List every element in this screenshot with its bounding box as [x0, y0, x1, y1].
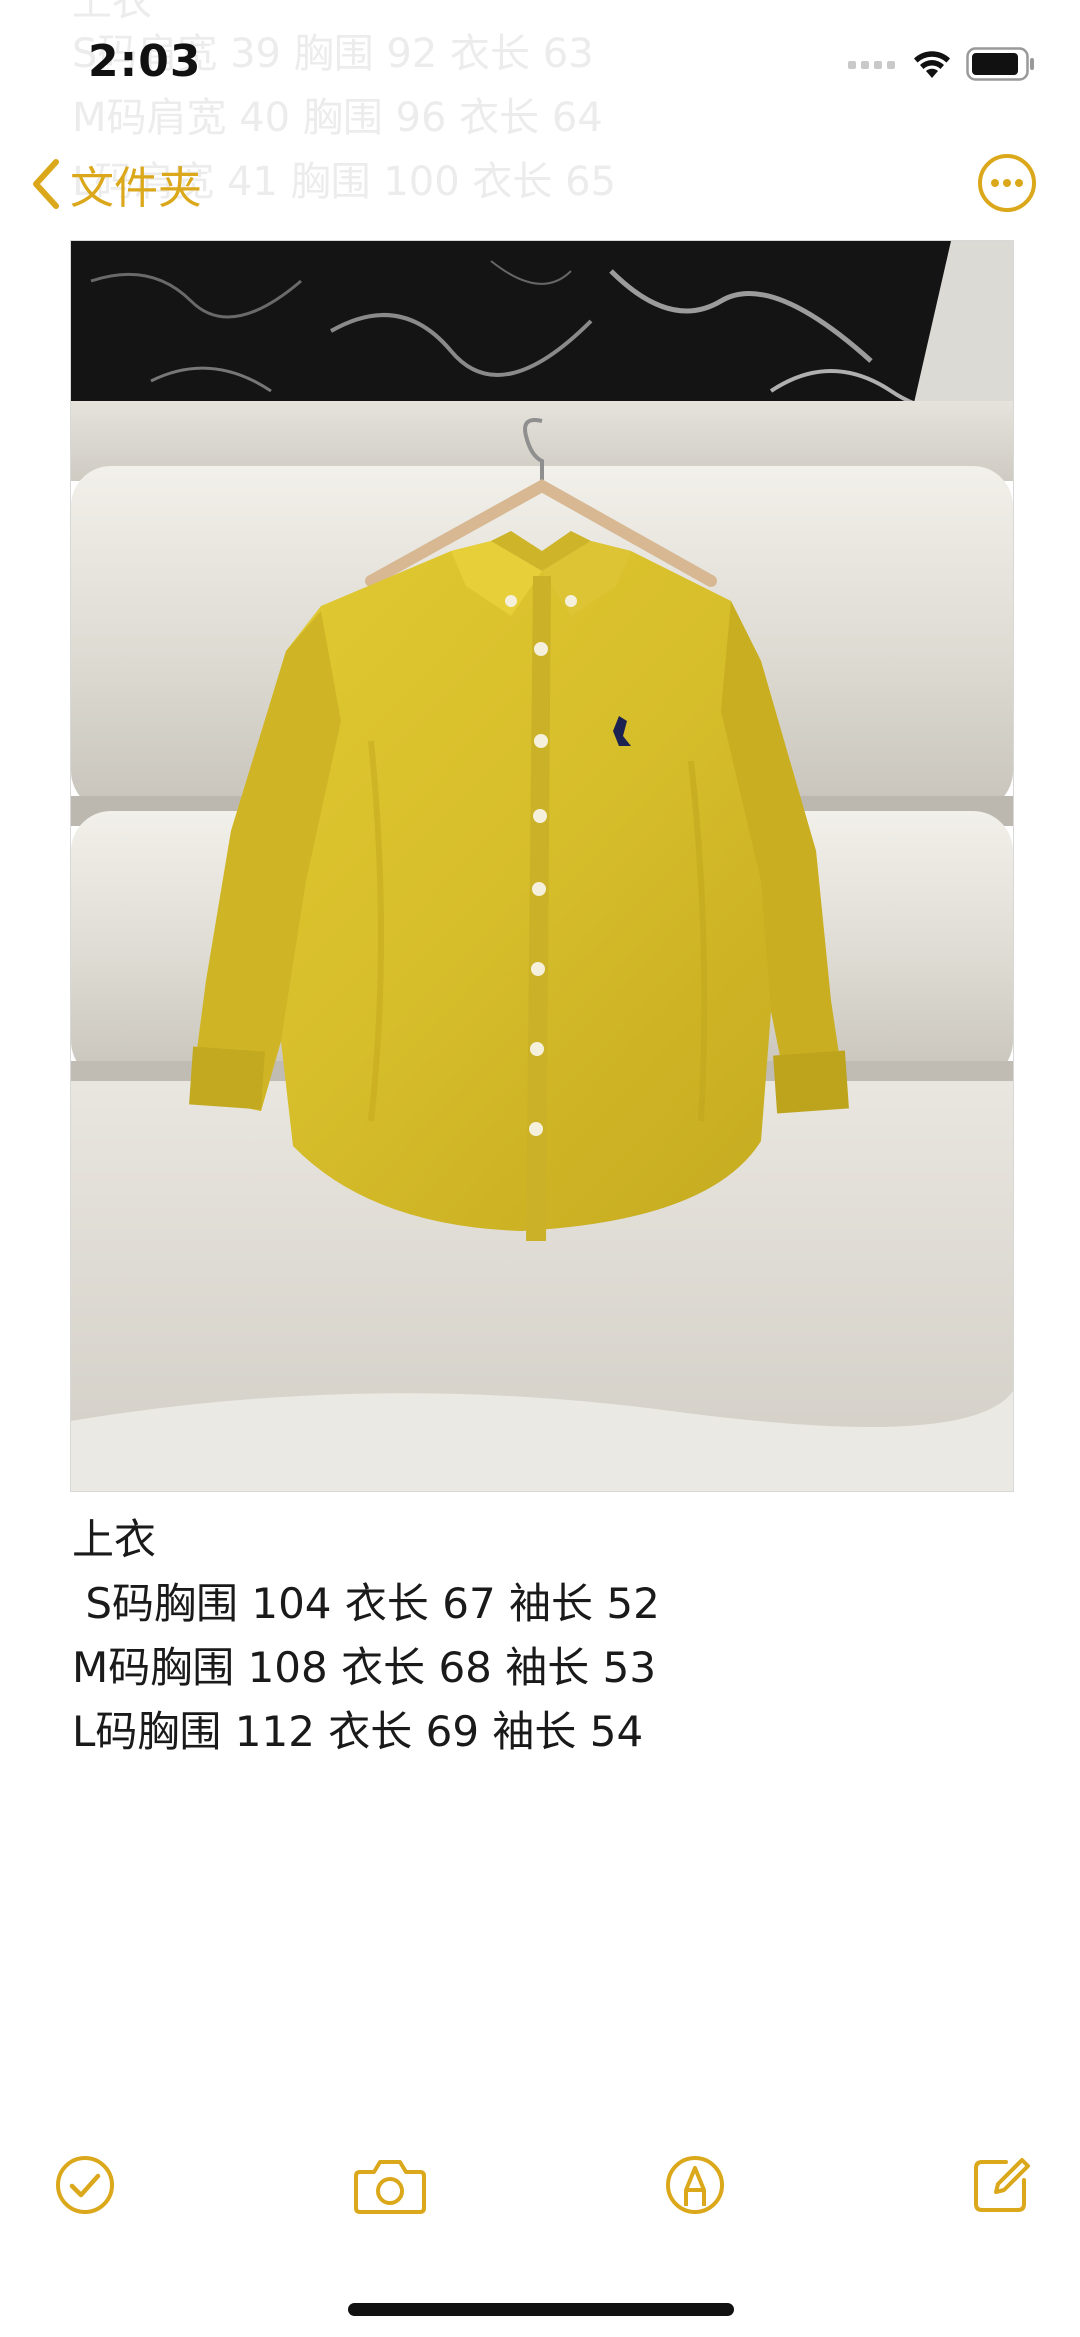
note-line: M码胸围 108 衣长 68 袖长 53: [72, 1643, 657, 1692]
back-button[interactable]: 文件夹: [28, 152, 202, 216]
status-time: 2:03: [88, 36, 202, 87]
note-line: S码胸围 104 衣长 67 袖长 52: [72, 1579, 660, 1628]
chevron-left-icon: [33, 159, 59, 209]
shirt-image: [71, 241, 1013, 1491]
more-button[interactable]: [976, 152, 1038, 214]
note-body[interactable]: 上衣 S码胸围 104 衣长 67 袖长 52 M码胸围 108 衣长 68 袖…: [72, 1508, 660, 1764]
home-indicator[interactable]: [348, 2303, 734, 2316]
checklist-button[interactable]: [50, 2150, 120, 2220]
compose-button[interactable]: [966, 2150, 1036, 2220]
note-line: L码胸围 112 衣长 69 袖长 54: [72, 1707, 644, 1756]
back-label: 文件夹: [70, 163, 202, 214]
bottom-toolbar: [0, 2150, 1080, 2230]
notes-screen: 上衣 S码肩宽 39 胸围 92 衣长 63 M码肩宽 40 胸围 96 衣长 …: [0, 0, 1080, 2337]
checklist-icon: [56, 2156, 114, 2214]
nav-bar: 文件夹: [0, 140, 1080, 230]
markup-icon: [666, 2156, 724, 2214]
shirt-photo[interactable]: [70, 240, 1014, 1492]
camera-button[interactable]: [352, 2150, 428, 2220]
status-indicators: [848, 44, 1036, 84]
more-icon: [978, 154, 1036, 212]
signal-icon: [848, 61, 895, 69]
compose-icon: [974, 2158, 1030, 2212]
note-line: 上衣: [72, 1515, 157, 1564]
camera-icon: [354, 2160, 426, 2214]
battery-icon: [966, 47, 1034, 81]
status-bar: 2:03: [0, 0, 1080, 120]
wifi-icon: [914, 51, 950, 78]
markup-button[interactable]: [660, 2150, 730, 2220]
